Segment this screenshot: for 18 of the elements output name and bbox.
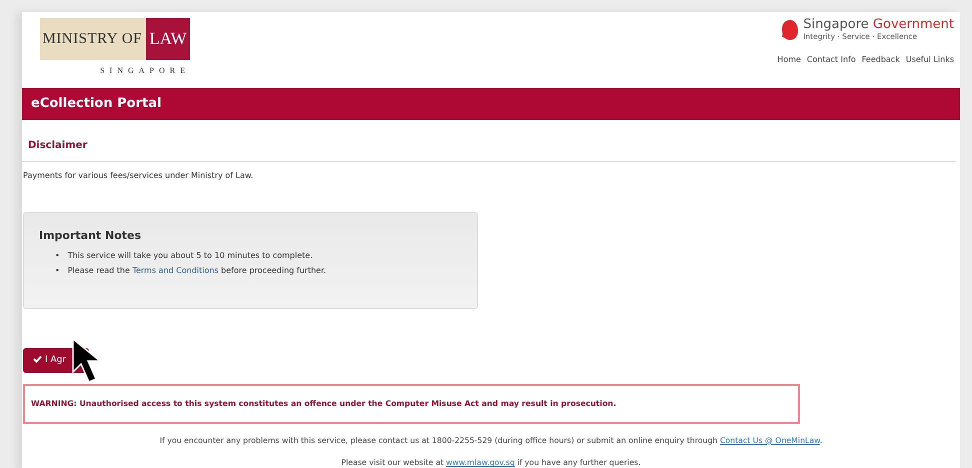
portal-banner: eCollection Portal [22,88,960,120]
nav-link[interactable]: Useful Links [906,54,954,66]
intro-text: Payments for various fees/services under Ministry of Law. [23,170,254,182]
note-item: Please read the Terms and Conditions before proceeding further. [68,264,326,277]
notes-title: Important Notes [39,228,142,242]
note-item: This service will take you about 5 to 10 minutes to complete. [68,250,313,262]
bullet-mark: • [55,250,60,262]
check-icon [33,355,42,364]
nav-link[interactable]: Contact Info [806,54,856,66]
bullet-mark: • [55,264,60,277]
nav-link[interactable]: Feedback [862,54,900,66]
logo-text: MINISTRY OF [40,18,146,60]
terms-link[interactable]: Terms and Conditions [132,266,218,275]
logo-subtitle: SINGAPORE [99,65,190,77]
logo-text: LAW [146,18,190,60]
government-name: Singapore Government [803,18,954,31]
section-title: Disclaimer [22,120,956,162]
nav-link[interactable]: Home [777,54,801,66]
